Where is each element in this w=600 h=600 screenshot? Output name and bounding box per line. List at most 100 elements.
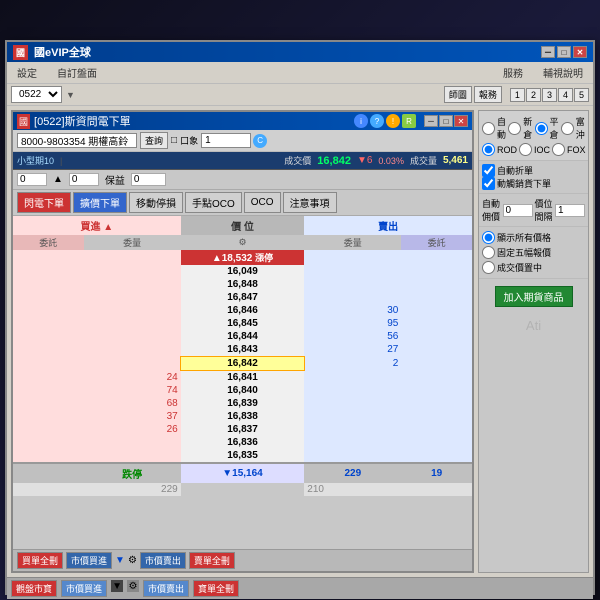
order-qty-input[interactable]: [17, 173, 47, 186]
price-cell[interactable]: 16,836: [181, 436, 305, 449]
iw-maximize[interactable]: □: [439, 115, 453, 127]
price-cell[interactable]: 16,847: [181, 291, 305, 304]
sell-all-delete-btn[interactable]: 賣單全刪: [189, 552, 235, 569]
price-cell[interactable]: 16,839: [181, 397, 305, 410]
menu-help[interactable]: 輔視說明: [537, 64, 589, 81]
bid-order-cell: [13, 371, 84, 385]
price-row[interactable]: 16,843 27: [13, 343, 472, 357]
account-icon-btn[interactable]: C: [253, 134, 267, 148]
num-tab-4[interactable]: 4: [558, 88, 573, 102]
price-row[interactable]: 16,842 2: [13, 357, 472, 371]
settings-icon[interactable]: ⚙: [128, 555, 137, 566]
menu-customize[interactable]: 自訂盤面: [51, 64, 103, 81]
refresh-icon[interactable]: R: [402, 114, 416, 128]
maximize-btn[interactable]: □: [557, 46, 571, 58]
price-cell[interactable]: 16,842: [181, 357, 305, 371]
price-cell[interactable]: 16,841: [181, 371, 305, 385]
tab-graph[interactable]: 師圖: [444, 86, 472, 103]
num-tab-2[interactable]: 2: [526, 88, 541, 102]
symbol-input[interactable]: [17, 133, 137, 148]
buy-all-delete-btn[interactable]: 買單全刪: [17, 552, 63, 569]
search-button[interactable]: 查詢: [140, 132, 168, 149]
radio-traded[interactable]: [482, 261, 495, 274]
status-buy-all[interactable]: 觀盤市寶: [11, 580, 57, 597]
touch-oco-btn[interactable]: 手點OCO: [185, 192, 242, 213]
price-cell[interactable]: ▲18,532 漲停: [181, 250, 305, 265]
num-tab-3[interactable]: 3: [542, 88, 557, 102]
price-row[interactable]: 16,845 95: [13, 317, 472, 330]
price-row[interactable]: 74 16,840: [13, 384, 472, 397]
price-cell[interactable]: 16,843: [181, 343, 305, 357]
auto-bracket-check[interactable]: [482, 164, 495, 177]
close-btn[interactable]: ✕: [573, 46, 587, 58]
price-cell[interactable]: 16,835: [181, 449, 305, 463]
warn-icon[interactable]: !: [386, 114, 400, 128]
price-row[interactable]: 24 16,841: [13, 371, 472, 385]
new-label: 新倉: [523, 115, 532, 141]
add-product-btn[interactable]: 加入期貨商品: [495, 286, 573, 307]
radio-flat[interactable]: [535, 122, 548, 135]
ask-order-cell: [401, 371, 472, 385]
radio-auto[interactable]: [482, 122, 495, 135]
price-cell[interactable]: 16,846: [181, 304, 305, 317]
price-row[interactable]: 16,847: [13, 291, 472, 304]
radio-rod[interactable]: [482, 143, 495, 156]
contract-select[interactable]: 0522: [11, 86, 62, 103]
price-row[interactable]: 16,835: [13, 449, 472, 463]
info-icon[interactable]: i: [354, 114, 368, 128]
price-header: 價 位: [181, 216, 305, 235]
oco-btn[interactable]: OCO: [244, 192, 281, 213]
num-tab-1[interactable]: 1: [510, 88, 525, 102]
ati-text: Ati: [526, 318, 541, 333]
auto-price-input[interactable]: [503, 204, 533, 217]
price-row[interactable]: 16,848: [13, 278, 472, 291]
limit-input[interactable]: [555, 204, 585, 217]
auto-stop-check[interactable]: [482, 177, 495, 190]
tab-report[interactable]: 報務: [474, 86, 502, 103]
price-row[interactable]: ▲18,532 漲停: [13, 250, 472, 265]
price-cell[interactable]: 16,845: [181, 317, 305, 330]
account-num[interactable]: [201, 133, 251, 148]
price-row[interactable]: 16,836: [13, 436, 472, 449]
market-buy-btn[interactable]: 市價買進: [66, 552, 112, 569]
price-cell[interactable]: 16,049: [181, 265, 305, 278]
iw-close[interactable]: ✕: [454, 115, 468, 127]
price-cell[interactable]: 16,838: [181, 410, 305, 423]
price-row[interactable]: 16,844 56: [13, 330, 472, 343]
price-cell[interactable]: 16,840: [181, 384, 305, 397]
status-market-buy[interactable]: 市價買進: [61, 580, 107, 597]
radio-fixed-five[interactable]: [482, 246, 495, 259]
iw-minimize[interactable]: －: [424, 115, 438, 127]
guarantee-input[interactable]: [69, 173, 99, 186]
minimize-btn[interactable]: －: [541, 46, 555, 58]
radio-new[interactable]: [508, 122, 521, 135]
price-row[interactable]: 68 16,839: [13, 397, 472, 410]
help-icon[interactable]: ?: [370, 114, 384, 128]
num-tab-5[interactable]: 5: [574, 88, 589, 102]
menu-settings[interactable]: 設定: [11, 64, 43, 81]
profit-input[interactable]: [131, 173, 166, 186]
status-sell-all[interactable]: 寶單全刪: [193, 580, 239, 597]
menu-service[interactable]: 服務: [497, 64, 529, 81]
price-row[interactable]: 16,049: [13, 265, 472, 278]
price-cell[interactable]: 16,837: [181, 423, 305, 436]
iw-win-controls: － □ ✕: [424, 115, 468, 127]
status-market-sell[interactable]: 市價賣出: [143, 580, 189, 597]
price-row[interactable]: 26 16,837: [13, 423, 472, 436]
price-row[interactable]: 16,846 30: [13, 304, 472, 317]
notice-btn[interactable]: 注意事項: [283, 192, 337, 213]
price-cell[interactable]: 16,848: [181, 278, 305, 291]
price-row[interactable]: 37 16,838: [13, 410, 472, 423]
spread-order-btn[interactable]: 擴價下單: [73, 192, 127, 213]
limit-label: 價位間隔: [535, 197, 554, 223]
radio-fox[interactable]: [552, 143, 565, 156]
bid-order-cell: [13, 384, 84, 397]
radio-rich[interactable]: [561, 122, 574, 135]
radio-ioc[interactable]: [519, 143, 532, 156]
total-ask-qty: 210: [304, 483, 472, 496]
market-sell-btn[interactable]: 市價賣出: [140, 552, 186, 569]
radio-all-prices[interactable]: [482, 231, 495, 244]
flash-order-btn[interactable]: 閃電下單: [17, 192, 71, 213]
price-cell[interactable]: 16,844: [181, 330, 305, 343]
move-stop-btn[interactable]: 移動停損: [129, 192, 183, 213]
